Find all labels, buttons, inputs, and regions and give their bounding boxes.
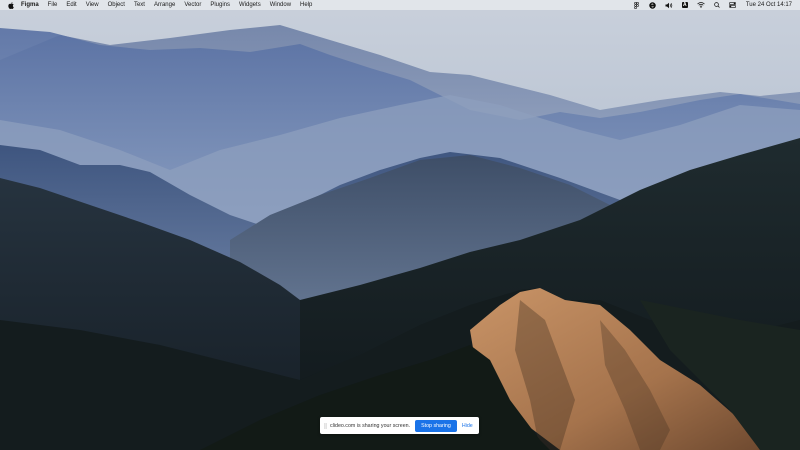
menu-bar-status-area: A Tue 24 Oct 14:17 bbox=[626, 0, 800, 10]
shazam-icon[interactable] bbox=[648, 0, 658, 10]
desktop: Figma File Edit View Object Text Arrange… bbox=[0, 0, 800, 450]
drag-handle-icon[interactable] bbox=[323, 423, 327, 429]
control-center-icon[interactable] bbox=[728, 0, 738, 10]
menu-vector[interactable]: Vector bbox=[184, 0, 201, 10]
menu-widgets[interactable]: Widgets bbox=[239, 0, 261, 10]
menu-plugins[interactable]: Plugins bbox=[210, 0, 230, 10]
menu-window[interactable]: Window bbox=[270, 0, 291, 10]
menu-text[interactable]: Text bbox=[134, 0, 145, 10]
apple-logo-icon[interactable] bbox=[7, 1, 15, 9]
menu-object[interactable]: Object bbox=[108, 0, 125, 10]
screen-sharing-bar: clideo.com is sharing your screen. Stop … bbox=[320, 417, 479, 434]
figma-icon[interactable] bbox=[632, 0, 642, 10]
mountain-wallpaper bbox=[0, 0, 800, 450]
menu-help[interactable]: Help bbox=[300, 0, 312, 10]
menu-arrange[interactable]: Arrange bbox=[154, 0, 175, 10]
wifi-icon[interactable] bbox=[696, 0, 706, 10]
menu-app-name[interactable]: Figma bbox=[21, 0, 39, 10]
menu-edit[interactable]: Edit bbox=[66, 0, 76, 10]
sharing-message: clideo.com is sharing your screen. bbox=[330, 422, 411, 429]
hide-link[interactable]: Hide bbox=[462, 423, 473, 429]
volume-icon[interactable] bbox=[664, 0, 674, 10]
menu-bar: Figma File Edit View Object Text Arrange… bbox=[0, 0, 800, 10]
menu-view[interactable]: View bbox=[86, 0, 99, 10]
stop-sharing-button[interactable]: Stop sharing bbox=[415, 419, 457, 432]
menu-bar-clock[interactable]: Tue 24 Oct 14:17 bbox=[746, 0, 792, 10]
search-icon[interactable] bbox=[712, 0, 722, 10]
menu-file[interactable]: File bbox=[48, 0, 58, 10]
input-source-label: A bbox=[681, 2, 689, 8]
input-source-icon[interactable]: A bbox=[680, 0, 690, 10]
